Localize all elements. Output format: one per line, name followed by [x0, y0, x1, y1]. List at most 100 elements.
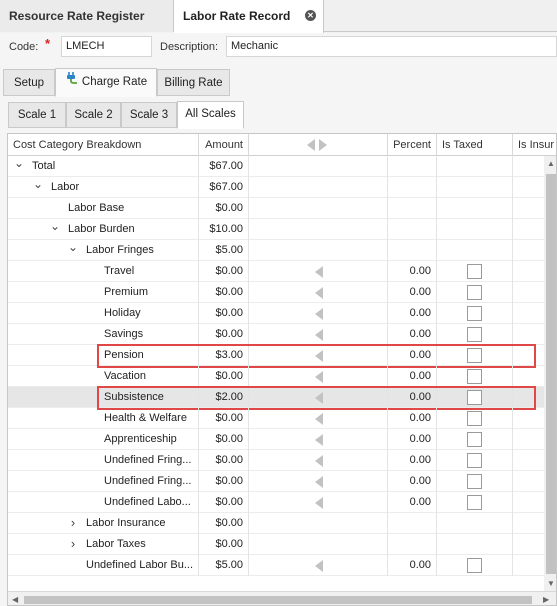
- tab-labor-rate-record[interactable]: Labor Rate Record ✕: [174, 0, 324, 33]
- allocation-cell[interactable]: [249, 492, 388, 513]
- table-row[interactable]: ⌄ Total $67.00: [8, 156, 544, 177]
- is-insured-cell[interactable]: [513, 240, 544, 261]
- is-insured-cell[interactable]: [513, 156, 544, 177]
- table-row[interactable]: Health & Welfare $0.00 0.00: [8, 408, 544, 429]
- amount-cell[interactable]: $0.00: [199, 450, 249, 471]
- tab-setup[interactable]: Setup: [3, 69, 55, 96]
- percent-cell[interactable]: 0.00: [388, 429, 437, 450]
- tab-scale-2[interactable]: Scale 2: [66, 102, 121, 128]
- category-name-cell[interactable]: Vacation: [8, 366, 199, 387]
- percent-cell[interactable]: 0.00: [388, 555, 437, 576]
- is-insured-cell[interactable]: [513, 513, 544, 534]
- column-header-amount[interactable]: Amount: [199, 134, 249, 156]
- is-taxed-checkbox[interactable]: [467, 453, 482, 468]
- amount-cell[interactable]: $10.00: [199, 219, 249, 240]
- expand-chevron-icon[interactable]: ›: [68, 513, 78, 533]
- percent-cell[interactable]: 0.00: [388, 303, 437, 324]
- nav-right-icon[interactable]: [319, 139, 327, 151]
- scroll-up-icon[interactable]: ▲: [547, 159, 555, 168]
- is-taxed-checkbox[interactable]: [467, 411, 482, 426]
- category-name-cell[interactable]: Premium: [8, 282, 199, 303]
- amount-cell[interactable]: $0.00: [199, 408, 249, 429]
- table-row[interactable]: › Labor Taxes $0.00: [8, 534, 544, 555]
- table-row[interactable]: Undefined Labo... $0.00 0.00: [8, 492, 544, 513]
- category-name-cell[interactable]: ⌄ Labor Burden: [8, 219, 199, 240]
- is-taxed-checkbox[interactable]: [467, 495, 482, 510]
- collapse-chevron-icon[interactable]: ⌄: [68, 240, 78, 257]
- horizontal-scrollbar[interactable]: ◀ ▶: [8, 591, 556, 605]
- allocation-cell[interactable]: [249, 534, 388, 555]
- amount-cell[interactable]: $0.00: [199, 471, 249, 492]
- category-name-cell[interactable]: › Labor Insurance: [8, 513, 199, 534]
- tab-charge-rate[interactable]: Charge Rate: [55, 68, 157, 97]
- collapse-chevron-icon[interactable]: ⌄: [14, 156, 24, 173]
- allocation-cell[interactable]: [249, 366, 388, 387]
- is-insured-cell[interactable]: [513, 429, 544, 450]
- category-name-cell[interactable]: ⌄ Labor: [8, 177, 199, 198]
- table-row[interactable]: Undefined Fring... $0.00 0.00: [8, 450, 544, 471]
- tab-scale-1[interactable]: Scale 1: [8, 102, 66, 128]
- percent-cell[interactable]: [388, 219, 437, 240]
- percent-cell[interactable]: 0.00: [388, 450, 437, 471]
- amount-cell[interactable]: $0.00: [199, 303, 249, 324]
- category-name-cell[interactable]: Undefined Labo...: [8, 492, 199, 513]
- tab-resource-rate-register[interactable]: Resource Rate Register: [0, 0, 174, 32]
- is-insured-cell[interactable]: [513, 366, 544, 387]
- percent-cell[interactable]: 0.00: [388, 282, 437, 303]
- category-name-cell[interactable]: Savings: [8, 324, 199, 345]
- scroll-left-icon[interactable]: ◀: [12, 595, 18, 604]
- is-insured-cell[interactable]: [513, 261, 544, 282]
- table-row[interactable]: Premium $0.00 0.00: [8, 282, 544, 303]
- vertical-scroll-thumb[interactable]: [546, 174, 556, 574]
- allocation-cell[interactable]: [249, 198, 388, 219]
- allocation-cell[interactable]: [249, 555, 388, 576]
- is-taxed-checkbox[interactable]: [467, 474, 482, 489]
- is-taxed-checkbox[interactable]: [467, 558, 482, 573]
- vertical-scrollbar[interactable]: ▲ ▼: [544, 156, 556, 591]
- category-name-cell[interactable]: ⌄ Labor Fringes: [8, 240, 199, 261]
- is-insured-cell[interactable]: [513, 219, 544, 240]
- percent-cell[interactable]: 0.00: [388, 261, 437, 282]
- amount-cell[interactable]: $0.00: [199, 492, 249, 513]
- percent-cell[interactable]: 0.00: [388, 492, 437, 513]
- percent-cell[interactable]: [388, 177, 437, 198]
- is-taxed-checkbox[interactable]: [467, 432, 482, 447]
- table-row[interactable]: Apprenticeship $0.00 0.00: [8, 429, 544, 450]
- column-header-percent[interactable]: Percent: [388, 134, 437, 156]
- column-header-taxed[interactable]: Is Taxed: [437, 134, 513, 156]
- tab-all-scales[interactable]: All Scales: [177, 101, 244, 129]
- table-row[interactable]: › Labor Insurance $0.00: [8, 513, 544, 534]
- table-row[interactable]: Labor Base $0.00: [8, 198, 544, 219]
- amount-cell[interactable]: $67.00: [199, 177, 249, 198]
- amount-cell[interactable]: $0.00: [199, 324, 249, 345]
- category-name-cell[interactable]: Labor Base: [8, 198, 199, 219]
- category-name-cell[interactable]: Undefined Fring...: [8, 450, 199, 471]
- allocation-cell[interactable]: [249, 471, 388, 492]
- column-header-nav[interactable]: [249, 134, 388, 156]
- amount-cell[interactable]: $0.00: [199, 261, 249, 282]
- is-taxed-checkbox[interactable]: [467, 264, 482, 279]
- tab-billing-rate[interactable]: Billing Rate: [157, 69, 230, 96]
- scroll-down-icon[interactable]: ▼: [547, 579, 555, 588]
- is-insured-cell[interactable]: [513, 408, 544, 429]
- allocation-cell[interactable]: [249, 156, 388, 177]
- percent-cell[interactable]: [388, 240, 437, 261]
- amount-cell[interactable]: $0.00: [199, 429, 249, 450]
- is-insured-cell[interactable]: [513, 450, 544, 471]
- percent-cell[interactable]: 0.00: [388, 408, 437, 429]
- amount-cell[interactable]: $0.00: [199, 513, 249, 534]
- allocation-cell[interactable]: [249, 303, 388, 324]
- expand-chevron-icon[interactable]: ›: [68, 534, 78, 554]
- percent-cell[interactable]: [388, 198, 437, 219]
- allocation-cell[interactable]: [249, 408, 388, 429]
- table-row[interactable]: Travel $0.00 0.00: [8, 261, 544, 282]
- allocation-cell[interactable]: [249, 429, 388, 450]
- allocation-cell[interactable]: [249, 282, 388, 303]
- percent-cell[interactable]: [388, 513, 437, 534]
- column-header-name[interactable]: Cost Category Breakdown: [8, 134, 199, 156]
- scroll-right-icon[interactable]: ▶: [543, 595, 549, 604]
- table-row[interactable]: ⌄ Labor $67.00: [8, 177, 544, 198]
- is-taxed-checkbox[interactable]: [467, 369, 482, 384]
- amount-cell[interactable]: $0.00: [199, 282, 249, 303]
- category-name-cell[interactable]: › Labor Taxes: [8, 534, 199, 555]
